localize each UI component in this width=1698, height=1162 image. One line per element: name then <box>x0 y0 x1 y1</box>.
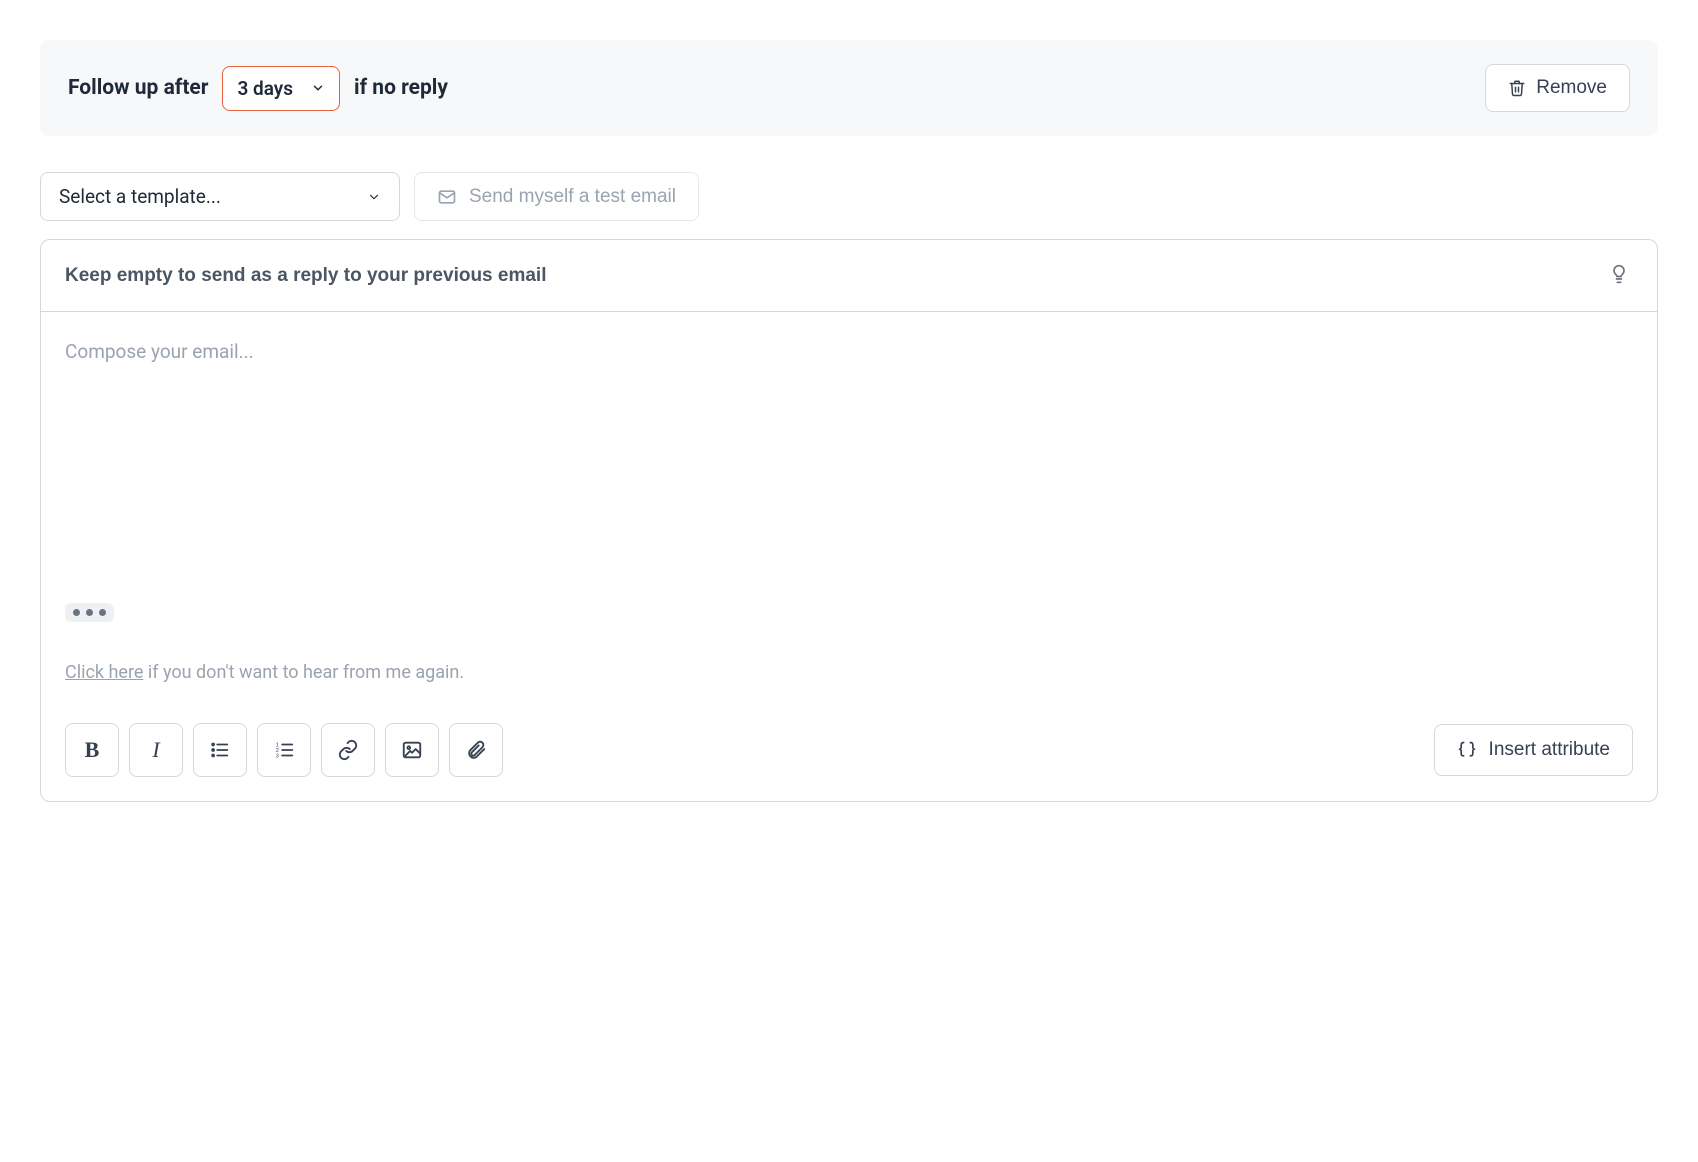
bold-icon: B <box>85 737 100 763</box>
subject-row <box>41 240 1657 312</box>
image-button[interactable] <box>385 723 439 777</box>
chevron-down-icon <box>311 81 325 95</box>
lightbulb-icon <box>1609 264 1629 284</box>
mail-icon <box>437 187 457 207</box>
subject-input[interactable] <box>65 265 1605 287</box>
bullet-list-icon <box>209 739 231 761</box>
send-test-email-label: Send myself a test email <box>469 186 676 208</box>
insert-attribute-label: Insert attribute <box>1489 739 1610 761</box>
ellipsis-dot <box>99 609 106 616</box>
ellipsis-dot <box>73 609 80 616</box>
send-test-email-button[interactable]: Send myself a test email <box>414 172 699 221</box>
italic-icon: I <box>152 737 159 763</box>
followup-suffix: if no reply <box>354 76 448 100</box>
ellipsis-dot <box>86 609 93 616</box>
template-select[interactable]: Select a template... <box>40 172 400 221</box>
template-placeholder: Select a template... <box>59 185 221 208</box>
unsubscribe-link[interactable]: Click here <box>65 662 143 683</box>
followup-text-group: Follow up after 3 days if no reply <box>68 66 448 111</box>
bullet-list-button[interactable] <box>193 723 247 777</box>
link-button[interactable] <box>321 723 375 777</box>
svg-text:3: 3 <box>276 753 279 759</box>
chevron-down-icon <box>367 190 381 204</box>
insert-attribute-button[interactable]: Insert attribute <box>1434 724 1633 776</box>
followup-days-select[interactable]: 3 days <box>222 66 340 111</box>
numbered-list-icon: 123 <box>273 739 295 761</box>
numbered-list-button[interactable]: 123 <box>257 723 311 777</box>
trash-icon <box>1508 79 1526 97</box>
followup-prefix: Follow up after <box>68 76 208 100</box>
format-group: B I 123 <box>65 723 503 777</box>
bold-button[interactable]: B <box>65 723 119 777</box>
controls-row: Select a template... Send myself a test … <box>40 172 1658 221</box>
email-editor: Compose your email... Click here if you … <box>40 239 1658 802</box>
suggestions-button[interactable] <box>1605 260 1633 291</box>
image-icon <box>401 739 423 761</box>
editor-toolbar: B I 123 <box>41 705 1657 801</box>
italic-button[interactable]: I <box>129 723 183 777</box>
quoted-text-toggle[interactable] <box>65 603 114 622</box>
email-body-input[interactable]: Compose your email... <box>65 340 1633 600</box>
link-icon <box>337 739 359 761</box>
braces-icon <box>1457 740 1477 760</box>
remove-label: Remove <box>1536 77 1607 99</box>
unsubscribe-line: Click here if you don't want to hear fro… <box>65 662 1633 683</box>
email-body-area: Compose your email... Click here if you … <box>41 312 1657 705</box>
followup-days-value: 3 days <box>237 77 293 100</box>
unsubscribe-rest: if you don't want to hear from me again. <box>143 662 464 683</box>
attachment-button[interactable] <box>449 723 503 777</box>
remove-button[interactable]: Remove <box>1485 64 1630 112</box>
paperclip-icon <box>465 739 487 761</box>
followup-bar: Follow up after 3 days if no reply Remov… <box>40 40 1658 136</box>
